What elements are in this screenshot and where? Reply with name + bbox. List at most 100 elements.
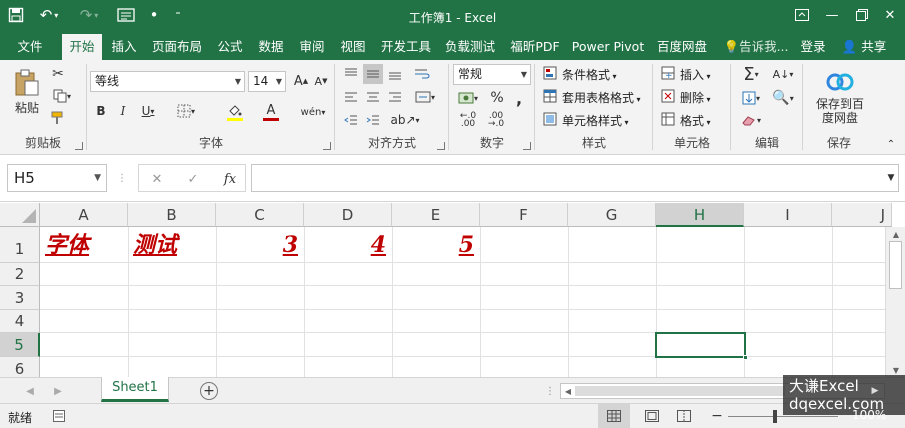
tab-view[interactable]: 视图 bbox=[333, 34, 373, 60]
column-header-i[interactable]: I bbox=[744, 203, 832, 227]
cell-a1[interactable]: 字体 bbox=[45, 227, 89, 263]
page-break-view-icon[interactable] bbox=[676, 409, 692, 423]
font-color-icon[interactable]: A bbox=[256, 102, 286, 122]
new-sheet-icon[interactable]: + bbox=[200, 382, 218, 400]
save-to-netdisk-button[interactable]: 保存到百度网盘 bbox=[812, 64, 868, 130]
column-header-c[interactable]: C bbox=[216, 203, 304, 227]
format-cells-button[interactable]: 格式 ▾ bbox=[680, 112, 711, 129]
italic-icon[interactable]: I bbox=[116, 102, 130, 120]
tab-home[interactable]: 开始 bbox=[62, 34, 102, 61]
tab-power-pivot[interactable]: Power Pivot bbox=[570, 34, 646, 60]
next-sheet-icon[interactable]: ▶ bbox=[52, 384, 64, 398]
scroll-left-icon[interactable]: ◀ bbox=[563, 386, 573, 396]
sort-filter-icon[interactable]: A↓ ▾ bbox=[768, 64, 798, 84]
prev-sheet-icon[interactable]: ◀ bbox=[24, 384, 36, 398]
font-launcher-icon[interactable] bbox=[323, 142, 331, 150]
insert-cells-button[interactable]: 插入 ▾ bbox=[680, 66, 711, 83]
tab-file[interactable]: 文件 bbox=[8, 34, 52, 60]
minimize-icon[interactable]: — bbox=[816, 0, 848, 30]
clear-icon[interactable]: ▾ bbox=[736, 110, 766, 130]
cell-b1[interactable]: 测试 bbox=[133, 227, 177, 263]
find-select-icon[interactable]: 🔍 ▾ bbox=[768, 88, 798, 108]
cell-e1[interactable]: 5 bbox=[392, 227, 474, 263]
merge-center-icon[interactable]: ▾ bbox=[410, 89, 440, 105]
cut-icon[interactable]: ✂ bbox=[50, 66, 66, 82]
column-header-b[interactable]: B bbox=[128, 203, 216, 227]
conditional-format-button[interactable]: 条件格式 ▾ bbox=[562, 66, 617, 83]
tab-baidu-netdisk[interactable]: 百度网盘 bbox=[652, 34, 712, 60]
scroll-thumb[interactable] bbox=[889, 241, 902, 289]
tab-page-layout[interactable]: 页面布局 bbox=[148, 34, 206, 60]
cancel-icon[interactable]: ✕ bbox=[147, 170, 167, 188]
zoom-slider[interactable] bbox=[728, 410, 838, 423]
row-header-1[interactable]: 1 bbox=[0, 227, 40, 263]
normal-view-button[interactable] bbox=[598, 404, 630, 428]
decrease-font-icon[interactable]: A ▼ bbox=[312, 72, 330, 90]
accounting-format-icon[interactable]: ▾ bbox=[454, 89, 482, 107]
fill-color-icon[interactable] bbox=[220, 102, 250, 122]
row-header-5[interactable]: 5 bbox=[0, 333, 40, 357]
tab-foxit-pdf[interactable]: 福昕PDF bbox=[503, 34, 567, 60]
increase-font-icon[interactable]: A ▲ bbox=[292, 72, 310, 90]
comma-style-icon[interactable]: , bbox=[510, 89, 528, 108]
scroll-right-icon[interactable]: ▶ bbox=[868, 383, 882, 399]
horizontal-scroll-thumb[interactable] bbox=[575, 386, 785, 396]
row-header-6[interactable]: 6 bbox=[0, 357, 40, 377]
close-icon[interactable]: ✕ bbox=[874, 0, 905, 30]
ribbon-display-icon[interactable] bbox=[786, 0, 818, 30]
row-header-4[interactable]: 4 bbox=[0, 310, 40, 333]
cell-d1[interactable]: 4 bbox=[304, 227, 386, 263]
page-layout-view-icon[interactable] bbox=[644, 409, 660, 423]
resize-handle-icon[interactable]: ⋮ bbox=[117, 170, 127, 186]
number-launcher-icon[interactable] bbox=[523, 142, 531, 150]
sign-in-link[interactable]: 登录 bbox=[796, 34, 830, 60]
font-name-combo[interactable]: 等线 ▼ bbox=[90, 71, 245, 92]
cell-c1[interactable]: 3 bbox=[216, 227, 298, 263]
copy-icon[interactable]: ▾ bbox=[50, 88, 74, 104]
tell-me-box[interactable]: 💡告诉我... bbox=[718, 34, 794, 60]
row-header-2[interactable]: 2 bbox=[0, 263, 40, 286]
macro-record-icon[interactable] bbox=[52, 409, 66, 423]
decrease-indent-icon[interactable] bbox=[342, 112, 360, 128]
column-header-e[interactable]: E bbox=[392, 203, 480, 227]
bold-icon[interactable]: B bbox=[94, 102, 108, 120]
decrease-decimal-icon[interactable]: .00 →.0 bbox=[484, 111, 508, 129]
column-header-d[interactable]: D bbox=[304, 203, 392, 227]
number-format-combo[interactable]: 常规 ▼ bbox=[453, 64, 531, 85]
phonetic-guide-icon[interactable]: wén ▾ bbox=[298, 102, 328, 122]
name-box[interactable]: H5 ▼ bbox=[7, 164, 107, 192]
zoom-out-icon[interactable]: − bbox=[710, 408, 724, 424]
column-header-j[interactable]: J bbox=[832, 203, 892, 227]
column-header-f[interactable]: F bbox=[480, 203, 568, 227]
borders-icon[interactable]: ▾ bbox=[168, 102, 204, 120]
column-header-h[interactable]: H bbox=[656, 203, 744, 227]
fill-handle[interactable] bbox=[743, 355, 748, 360]
enter-icon[interactable]: ✓ bbox=[183, 170, 203, 188]
tab-review[interactable]: 审阅 bbox=[292, 34, 332, 60]
cell-styles-button[interactable]: 单元格样式 ▾ bbox=[562, 112, 629, 129]
autosum-icon[interactable]: Σ ▾ bbox=[736, 64, 766, 85]
tab-formulas[interactable]: 公式 bbox=[210, 34, 250, 60]
clipboard-launcher-icon[interactable] bbox=[75, 142, 83, 150]
paste-button[interactable]: 粘贴 bbox=[10, 64, 44, 120]
wrap-text-icon[interactable] bbox=[412, 66, 432, 82]
sheet-tab-sheet1[interactable]: Sheet1 bbox=[101, 377, 169, 402]
bottom-align-icon[interactable] bbox=[386, 66, 404, 82]
align-center-icon[interactable] bbox=[364, 89, 382, 105]
column-header-g[interactable]: G bbox=[568, 203, 656, 227]
align-left-icon[interactable] bbox=[342, 89, 360, 105]
alignment-launcher-icon[interactable] bbox=[437, 142, 445, 150]
zoom-level[interactable]: 100% bbox=[852, 408, 886, 422]
row-header-3[interactable]: 3 bbox=[0, 286, 40, 310]
tab-data[interactable]: 数据 bbox=[251, 34, 291, 60]
zoom-slider-thumb[interactable] bbox=[773, 410, 777, 423]
increase-indent-icon[interactable] bbox=[364, 112, 382, 128]
format-painter-icon[interactable] bbox=[50, 110, 66, 126]
format-as-table-button[interactable]: 套用表格格式 ▾ bbox=[562, 89, 641, 106]
tab-developer[interactable]: 开发工具 bbox=[376, 34, 436, 60]
vertical-scrollbar[interactable]: ▲ ▼ bbox=[885, 227, 905, 377]
scroll-down-icon[interactable]: ▼ bbox=[890, 365, 902, 375]
underline-icon[interactable]: U ▾ bbox=[136, 102, 160, 120]
increase-decimal-icon[interactable]: ←.0.00 bbox=[456, 111, 480, 129]
expand-formula-icon[interactable]: ▼ bbox=[884, 170, 898, 186]
